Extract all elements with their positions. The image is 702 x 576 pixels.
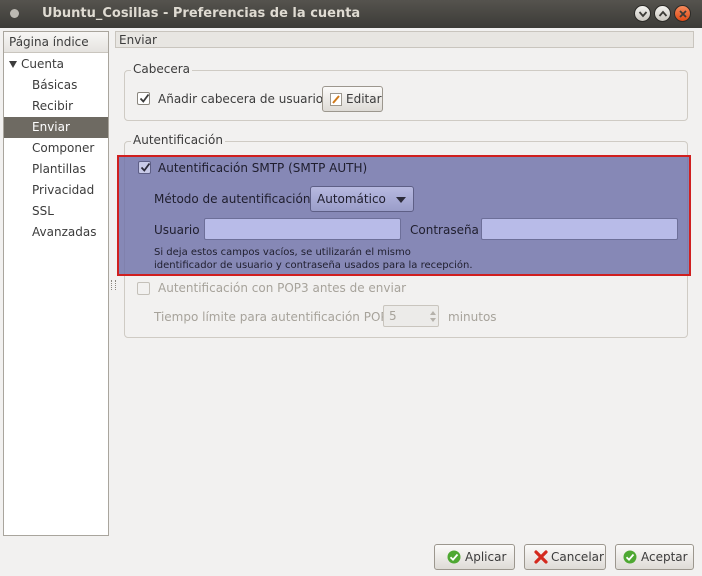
password-input[interactable] (481, 218, 678, 240)
close-button[interactable] (674, 5, 691, 22)
pop-timeout-label: Tiempo límite para autentificación POP: (154, 310, 392, 324)
sidebar-item-componer[interactable]: Componer (4, 138, 108, 159)
check-circle-icon (623, 550, 637, 564)
pop-timeout-unit: minutos (448, 310, 497, 324)
window-title: Ubuntu_Cosillas - Preferencias de la cue… (42, 6, 361, 21)
sidebar-item-avanzadas[interactable]: Avanzadas (4, 222, 108, 243)
chevron-up-icon (658, 10, 668, 17)
sidebar-item-label: Avanzadas (32, 225, 97, 239)
cancel-button[interactable]: Cancelar (524, 544, 606, 570)
page-index-sidebar: Página índice Cuenta Básicas Recibir Env… (3, 31, 109, 536)
credentials-note-line1: Si deja estos campos vacíos, se utilizar… (154, 247, 411, 258)
add-header-label[interactable]: Añadir cabecera de usuario (158, 92, 323, 106)
maximize-button[interactable] (654, 5, 671, 22)
apply-button-label: Aplicar (465, 550, 507, 564)
spin-down-icon[interactable] (430, 318, 436, 322)
user-label: Usuario (154, 223, 200, 237)
sidebar-item-label: Componer (32, 141, 95, 155)
password-label: Contraseña (410, 223, 479, 237)
accept-button[interactable]: Aceptar (615, 544, 694, 570)
pop3-auth-label[interactable]: Autentificación con POP3 antes de enviar (158, 281, 406, 295)
smtp-auth-checkbox[interactable] (138, 161, 151, 174)
sidebar-item-label: Privacidad (32, 183, 95, 197)
user-input[interactable] (204, 218, 401, 240)
sidebar-item-basicas[interactable]: Básicas (4, 75, 108, 96)
edit-button-label: Editar (346, 92, 382, 106)
pop-timeout-spinner[interactable]: 5 (383, 305, 439, 327)
sidebar-item-plantillas[interactable]: Plantillas (4, 159, 108, 180)
checkmark-icon (140, 162, 151, 172)
window-menu-icon[interactable] (10, 9, 19, 18)
edit-pencil-icon (330, 93, 342, 106)
apply-button[interactable]: Aplicar (434, 544, 515, 570)
minimize-button[interactable] (634, 5, 651, 22)
titlebar[interactable]: Ubuntu_Cosillas - Preferencias de la cue… (0, 0, 702, 28)
sidebar-header[interactable]: Página índice (4, 32, 108, 53)
sidebar-group-label: Cuenta (21, 57, 65, 71)
edit-header-button[interactable]: Editar (322, 86, 383, 112)
cabecera-frame-title: Cabecera (131, 62, 192, 76)
sidebar-item-label: Plantillas (32, 162, 86, 176)
pane-resize-handle[interactable] (111, 280, 116, 290)
auth-method-select[interactable]: Automático (310, 186, 414, 212)
sidebar-group-cuenta[interactable]: Cuenta (4, 54, 108, 75)
sidebar-item-privacidad[interactable]: Privacidad (4, 180, 108, 201)
cancel-x-icon (534, 550, 548, 564)
auth-frame-title: Autentificación (131, 133, 225, 147)
page-title-bar: Enviar (115, 31, 694, 48)
smtp-auth-highlight: Autentificación SMTP (SMTP AUTH) Método … (117, 155, 691, 276)
sidebar-item-ssl[interactable]: SSL (4, 201, 108, 222)
credentials-note-line2: identificador de usuario y contraseña us… (154, 260, 473, 271)
spin-up-icon[interactable] (430, 311, 436, 315)
close-icon (679, 10, 687, 18)
sidebar-item-recibir[interactable]: Recibir (4, 96, 108, 117)
sidebar-header-label: Página índice (9, 35, 89, 49)
auth-method-value: Automático (317, 192, 386, 206)
check-circle-icon (447, 550, 461, 564)
sidebar-item-label: Enviar (32, 120, 70, 134)
sidebar-item-label: Básicas (32, 78, 78, 92)
sidebar-item-label: SSL (32, 204, 54, 218)
auth-method-label: Método de autentificación (154, 192, 311, 206)
dropdown-arrow-icon (396, 197, 406, 203)
add-header-checkbox[interactable] (137, 92, 150, 105)
smtp-auth-label[interactable]: Autentificación SMTP (SMTP AUTH) (158, 161, 367, 175)
chevron-down-icon (638, 11, 648, 18)
page-title: Enviar (119, 33, 157, 47)
pop3-auth-checkbox[interactable] (137, 282, 150, 295)
sidebar-item-label: Recibir (32, 99, 73, 113)
checkmark-icon (139, 93, 150, 103)
preferences-window: Ubuntu_Cosillas - Preferencias de la cue… (0, 0, 702, 576)
pop-timeout-value: 5 (389, 309, 397, 323)
accept-button-label: Aceptar (641, 550, 688, 564)
cancel-button-label: Cancelar (551, 550, 604, 564)
sidebar-item-enviar[interactable]: Enviar (4, 117, 108, 138)
expander-triangle-icon[interactable] (9, 61, 17, 68)
